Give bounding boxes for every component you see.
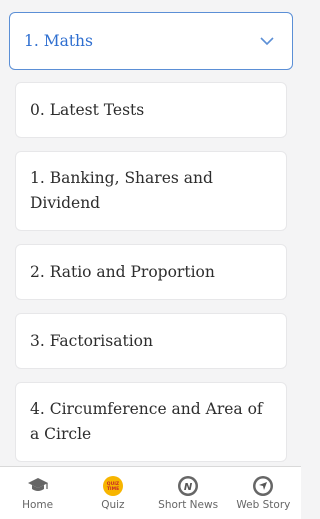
subject-dropdown[interactable]: 1. Maths [9, 12, 293, 70]
quiz-time-icon: QUIZ TIME [102, 475, 124, 497]
nav-quiz[interactable]: QUIZ TIME Quiz [75, 475, 150, 511]
news-icon: N [177, 475, 199, 497]
topic-label: 1. Banking, Shares and Dividend [30, 169, 213, 212]
svg-text:TIME: TIME [107, 486, 119, 492]
graduation-cap-icon [27, 475, 49, 497]
topic-label: 3. Factorisation [30, 331, 153, 350]
chevron-down-icon [260, 37, 274, 46]
topic-label: 4. Circumference and Area of a Circle [30, 400, 263, 443]
nav-short-news[interactable]: N Short News [151, 475, 226, 511]
nav-web-story[interactable]: Web Story [226, 475, 301, 511]
nav-quiz-label: Quiz [101, 499, 125, 511]
topic-label: 0. Latest Tests [30, 100, 145, 119]
nav-web-story-label: Web Story [236, 499, 291, 511]
subject-dropdown-value: 1. Maths [24, 32, 93, 50]
topic-item-factorisation[interactable]: 3. Factorisation [15, 313, 287, 369]
svg-text:N: N [184, 482, 193, 493]
nav-home-label: Home [22, 499, 54, 511]
bottom-navigation: Home QUIZ TIME Quiz N Short News Web Sto… [0, 466, 301, 519]
topic-item-circle[interactable]: 4. Circumference and Area of a Circle [15, 382, 287, 462]
topic-list: 0. Latest Tests 1. Banking, Shares and D… [15, 82, 287, 475]
nav-short-news-label: Short News [158, 499, 219, 511]
topic-label: 2. Ratio and Proportion [30, 262, 215, 281]
web-story-icon [252, 475, 274, 497]
topic-item-latest-tests[interactable]: 0. Latest Tests [15, 82, 287, 138]
topic-item-ratio[interactable]: 2. Ratio and Proportion [15, 244, 287, 300]
nav-home[interactable]: Home [0, 475, 75, 511]
topic-item-banking[interactable]: 1. Banking, Shares and Dividend [15, 151, 287, 231]
